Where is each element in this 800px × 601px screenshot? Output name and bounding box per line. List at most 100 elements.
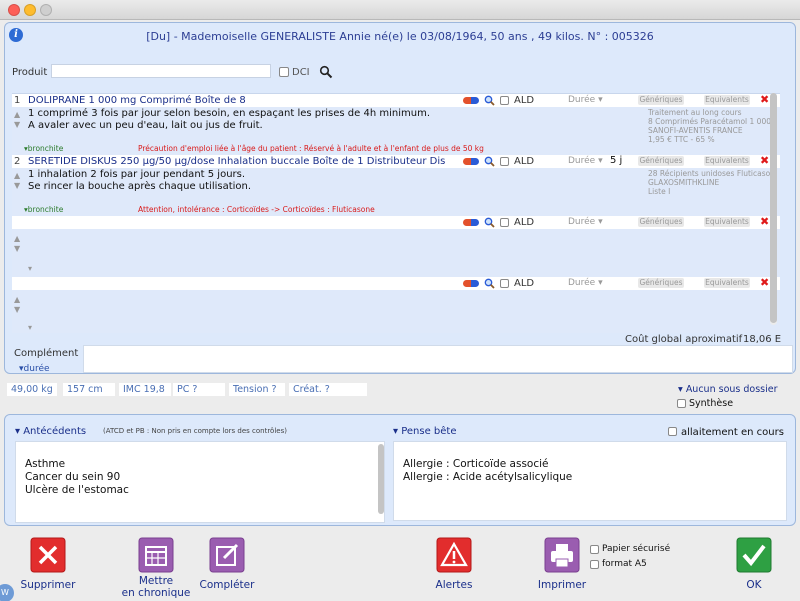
sous-dossier-dropdown[interactable]: ▾ Aucun sous dossier xyxy=(678,384,778,395)
complement-duree-link[interactable]: ▾durée xyxy=(19,364,50,374)
complement-input[interactable] xyxy=(83,345,793,373)
app-corner-icon[interactable]: W xyxy=(0,584,14,601)
duree-dropdown[interactable]: Durée ▾ xyxy=(568,95,603,105)
equivalents-button[interactable]: Equivalents xyxy=(704,278,750,288)
magnifier-icon[interactable] xyxy=(484,278,495,289)
height-field[interactable]: 157 cm xyxy=(63,383,115,396)
duree-label: Durée xyxy=(568,278,596,288)
pill-icon[interactable] xyxy=(463,158,479,165)
indication-link[interactable]: ▾bronchite xyxy=(24,144,63,153)
printer-icon xyxy=(544,537,580,573)
ald-checkbox[interactable] xyxy=(500,96,509,105)
antecedents-scrollbar[interactable] xyxy=(378,444,384,514)
imc-field[interactable]: IMC 19,8 xyxy=(119,383,171,396)
generiques-button[interactable]: Génériques xyxy=(638,156,684,166)
ald-checkbox[interactable] xyxy=(500,218,509,227)
ald-label: ALD xyxy=(514,95,535,106)
generiques-button[interactable]: Génériques xyxy=(638,278,684,288)
generiques-button[interactable]: Génériques xyxy=(638,95,684,105)
cost-label: Coût global aproximatif xyxy=(625,334,743,345)
duree-value[interactable]: 5 j xyxy=(610,155,622,166)
reorder-arrows-icon[interactable]: ▲ ▼ xyxy=(14,234,20,254)
scrollbar-thumb[interactable] xyxy=(770,93,777,323)
ald-label: ALD xyxy=(514,156,535,167)
patient-header: [Du] - Mademoiselle GENERALISTE Annie né… xyxy=(146,30,654,43)
synthese-checkbox[interactable] xyxy=(677,399,686,408)
chevron-down-icon: ▾ xyxy=(678,384,683,395)
delete-x-icon xyxy=(30,537,66,573)
prescription-drug-name[interactable]: SERETIDE DISKUS 250 µg/50 µg/dose Inhala… xyxy=(28,156,445,167)
pense-bete-textarea[interactable]: Allergie : Corticoïde associé Allergie :… xyxy=(393,441,787,521)
dci-checkbox[interactable] xyxy=(279,67,289,77)
chronique-label: Mettre en chronique xyxy=(118,575,194,599)
prescription-number: 1 xyxy=(14,95,21,106)
magnifier-icon[interactable] xyxy=(484,156,495,167)
duree-label: Durée xyxy=(568,217,596,227)
minimize-window-button[interactable] xyxy=(24,4,36,16)
drug-info: Traitement au long cours 8 Comprimés Par… xyxy=(648,108,778,144)
posology-line: 1 comprimé 3 fois par jour selon besoin,… xyxy=(28,108,430,119)
allaitement-checkbox[interactable] xyxy=(668,427,677,436)
pill-icon[interactable] xyxy=(463,97,479,104)
equivalents-button[interactable]: Equivalents xyxy=(704,156,750,166)
antecedent-item: Ulcère de l'estomac xyxy=(25,484,129,496)
format-a5-checkbox[interactable] xyxy=(590,560,599,569)
produit-search-input[interactable] xyxy=(51,64,271,78)
pc-field[interactable]: PC ? xyxy=(173,383,225,396)
antecedents-textarea[interactable]: Asthme Cancer du sein 90 Ulcère de l'est… xyxy=(15,441,385,523)
dci-label: DCI xyxy=(292,67,310,78)
posology-text[interactable]: 1 inhalation 2 fois par jour pendant 5 j… xyxy=(12,169,637,193)
antecedent-item: Asthme xyxy=(25,458,66,470)
drug-info: 28 Récipients unidoses Fluticason GLAXOS… xyxy=(648,169,778,196)
generiques-button[interactable]: Génériques xyxy=(638,217,684,227)
reorder-arrows-icon[interactable]: ▲ ▼ xyxy=(14,295,20,315)
indication-label: bronchite xyxy=(27,205,64,214)
chevron-down-icon: ▾ xyxy=(598,156,603,166)
prescription-header: 2 SERETIDE DISKUS 250 µg/50 µg/dose Inha… xyxy=(12,155,780,168)
prescription-list: 1 DOLIPRANE 1 000 mg Comprimé Boîte de 8… xyxy=(12,93,780,333)
format-a5-label: format A5 xyxy=(602,559,647,569)
creat-field[interactable]: Créat. ? xyxy=(289,383,367,396)
duree-dropdown[interactable]: Durée ▾ xyxy=(568,278,603,288)
drug-info-line: 8 Comprimés Paracétamol 1 000 xyxy=(648,117,771,126)
duree-dropdown[interactable]: Durée ▾ xyxy=(568,217,603,227)
complement-duree-label: durée xyxy=(23,364,50,374)
prescription-scrollbar[interactable] xyxy=(770,93,777,325)
magnifier-icon[interactable] xyxy=(484,95,495,106)
pill-icon[interactable] xyxy=(463,280,479,287)
magnifier-icon[interactable] xyxy=(484,217,495,228)
ald-checkbox[interactable] xyxy=(500,279,509,288)
indication-link[interactable]: ▾bronchite xyxy=(24,205,63,214)
prescription-row: 1 DOLIPRANE 1 000 mg Comprimé Boîte de 8… xyxy=(12,94,780,154)
duree-dropdown[interactable]: Durée ▾ xyxy=(568,156,603,166)
ald-checkbox[interactable] xyxy=(500,157,509,166)
chevron-down-icon[interactable]: ▾ xyxy=(28,264,32,274)
prescription-footer: ▾bronchite Attention, intolérance : Cort… xyxy=(24,205,644,215)
equivalents-button[interactable]: Equivalents xyxy=(704,95,750,105)
pense-bete-item: Allergie : Acide acétylsalicylique xyxy=(403,471,573,483)
equivalents-button[interactable]: Equivalents xyxy=(704,217,750,227)
chevron-down-icon[interactable]: ▾ xyxy=(28,323,32,333)
complement-label: Complément xyxy=(14,348,79,359)
papier-securise-checkbox[interactable] xyxy=(590,545,599,554)
checkmark-icon xyxy=(736,537,772,573)
posology-line: 1 inhalation 2 fois par jour pendant 5 j… xyxy=(28,169,246,180)
close-window-button[interactable] xyxy=(8,4,20,16)
search-icon[interactable] xyxy=(319,65,333,79)
duree-label: Durée xyxy=(568,95,596,105)
posology-line: Se rincer la bouche après chaque utilisa… xyxy=(28,181,252,192)
pill-icon[interactable] xyxy=(463,219,479,226)
prescription-header: ALD Durée ▾ Génériques Equivalents ✖ xyxy=(12,277,780,290)
calendar-edit-icon xyxy=(138,537,174,573)
cost-value: 18,06 E xyxy=(743,334,782,345)
weight-field[interactable]: 49,00 kg xyxy=(7,383,57,396)
posology-text[interactable]: 1 comprimé 3 fois par jour selon besoin,… xyxy=(12,108,637,132)
ald-label: ALD xyxy=(514,217,535,228)
sous-dossier-label: Aucun sous dossier xyxy=(685,384,778,395)
ald-label: ALD xyxy=(514,278,535,289)
prescription-drug-name[interactable]: DOLIPRANE 1 000 mg Comprimé Boîte de 8 xyxy=(28,95,246,106)
zoom-window-button[interactable] xyxy=(40,4,52,16)
antecedents-toggle[interactable]: ▾ Antécédents xyxy=(15,426,86,437)
pense-bete-toggle[interactable]: ▾ Pense bête xyxy=(393,426,457,437)
tension-field[interactable]: Tension ? xyxy=(229,383,285,396)
